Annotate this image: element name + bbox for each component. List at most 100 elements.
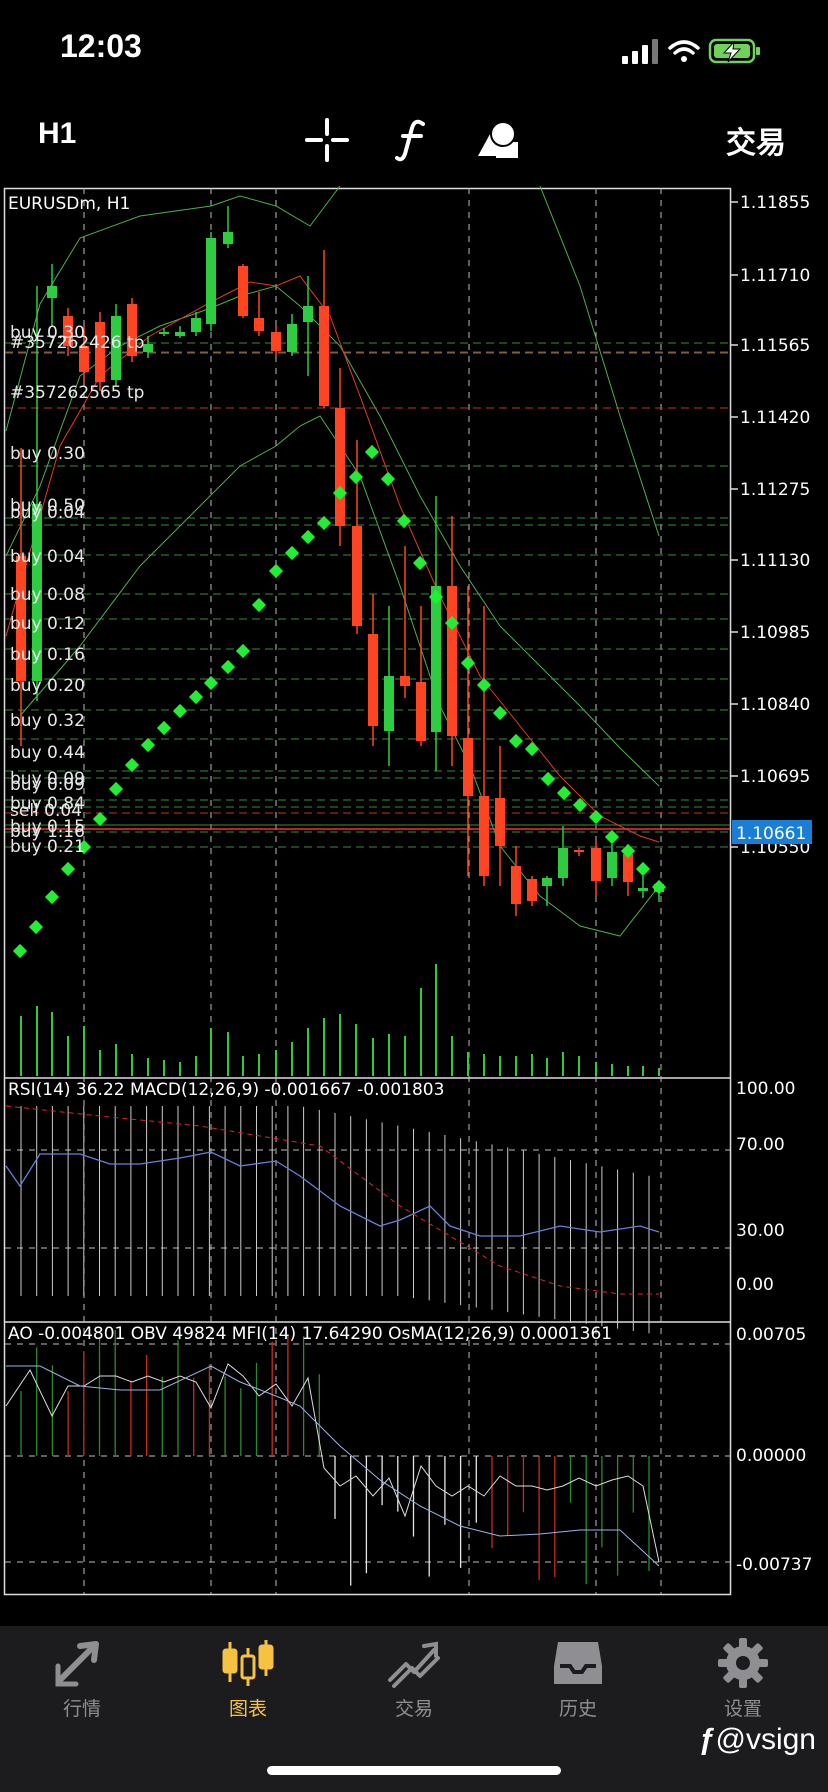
time-gridlines [84, 188, 661, 1594]
sar-dot [157, 721, 171, 735]
chart-toolbar: H1 交易 [0, 100, 828, 190]
trade-icon [384, 1636, 444, 1690]
wifi-icon [670, 42, 698, 62]
tab-chart-label: 图表 [188, 1694, 308, 1721]
order-label: buy 0.32 [10, 711, 85, 731]
order-label: buy 0.04 [10, 503, 85, 523]
sar-dot [269, 564, 283, 578]
tab-history-label: 历史 [518, 1694, 638, 1721]
candle-body [607, 852, 617, 878]
tab-chart[interactable]: 图表 [188, 1636, 308, 1721]
order-label: #357262426 tp [10, 333, 144, 353]
trade-button[interactable]: 交易 [726, 118, 786, 162]
sar-dot [189, 690, 203, 704]
candle-body [400, 676, 410, 686]
sar-dot [509, 734, 523, 748]
order-labels: buy 0.30 #357262426 tp #357262565 tp buy 0.… [10, 323, 144, 857]
sar-dot [252, 598, 266, 612]
sar-dot [93, 812, 107, 826]
sar-dot [13, 944, 27, 958]
candle-body [206, 238, 216, 324]
tab-quotes-label: 行情 [22, 1694, 142, 1721]
price-axis-label: 1.11710 [740, 266, 810, 286]
sar-dot [109, 782, 123, 796]
status-bar: 12:03 [0, 0, 828, 100]
sar-dot [477, 678, 491, 692]
order-label: #357262565 tp [10, 383, 144, 403]
ao-axis-label: -0.00737 [736, 1555, 812, 1575]
settings-gear-icon [713, 1636, 773, 1690]
candle-body [479, 796, 489, 876]
tab-trade[interactable]: 交易 [354, 1636, 474, 1721]
candle-body [542, 878, 552, 886]
order-label: buy 0.08 [10, 585, 85, 605]
watermark-text: @vsign [716, 1723, 817, 1756]
tab-settings[interactable]: 设置 [683, 1636, 803, 1721]
rsi-line [6, 1152, 659, 1236]
sar-dot [141, 738, 155, 752]
objects-shapes-icon[interactable] [476, 118, 520, 162]
crosshair-icon[interactable] [305, 118, 349, 162]
candle-body [447, 586, 457, 736]
tab-quotes[interactable]: 行情 [22, 1636, 142, 1721]
order-label: buy 0.12 [10, 614, 85, 634]
sar-dot [29, 920, 43, 934]
order-label: buy 0.20 [10, 676, 85, 696]
sar-dot [125, 758, 139, 772]
tab-history[interactable]: 历史 [518, 1636, 638, 1721]
watermark-logo-icon: ƒ [699, 1723, 716, 1756]
price-axis-label: 1.10985 [740, 623, 810, 643]
status-time: 12:03 [60, 28, 142, 65]
watermark: ƒ@vsign [699, 1723, 816, 1757]
rsi-axis-label: 30.00 [736, 1221, 785, 1241]
candle-body [287, 324, 297, 352]
current-price-value: 1.10661 [736, 824, 806, 844]
sar-dot [525, 742, 539, 756]
candle-body [527, 879, 537, 901]
candle-body [416, 682, 426, 741]
candle-body [384, 676, 394, 731]
candle-body [335, 408, 345, 526]
candle-body [254, 318, 264, 331]
sar-dot [461, 656, 475, 670]
candle-body [463, 738, 473, 796]
candle-body [238, 266, 248, 316]
tab-trade-label: 交易 [354, 1694, 474, 1721]
signal-icon [622, 39, 658, 64]
status-icons [608, 36, 788, 66]
sar-dot [636, 862, 650, 876]
candle-body [191, 318, 201, 332]
sar-dot [349, 470, 363, 484]
sar-dot [413, 556, 427, 570]
sar-dot [589, 810, 603, 824]
candle-body [143, 344, 153, 352]
indicator-gridlines [5, 1150, 730, 1562]
rsi-axis-label: 100.00 [736, 1079, 795, 1099]
order-label: buy 0.09 [10, 775, 85, 795]
bollinger-upper-right [540, 186, 659, 536]
mfi-line [6, 1366, 659, 1566]
price-axis-label: 1.11855 [740, 193, 810, 213]
price-axis-label: 1.11275 [740, 480, 810, 500]
indicators-function-icon[interactable] [395, 118, 429, 162]
price-chart[interactable]: buy 0.30 #357262426 tp #357262565 tp buy 0.… [0, 186, 828, 1596]
order-label: buy 0.30 [10, 444, 85, 464]
battery-charging-icon [710, 40, 760, 62]
candle-body [352, 526, 362, 626]
sar-dot [236, 644, 250, 658]
history-icon [548, 1636, 608, 1690]
candle-body [303, 306, 313, 322]
candle-body [623, 854, 633, 882]
rsi-axis-label: 70.00 [736, 1135, 785, 1155]
order-label: buy 0.44 [10, 743, 85, 763]
price-axis-label: 1.10695 [740, 767, 810, 787]
sar-dot [61, 862, 75, 876]
order-label: buy 0.21 [10, 837, 85, 857]
price-axis-label: 1.11420 [740, 408, 810, 428]
order-label: buy 0.16 [10, 645, 85, 665]
ao-obv-mfi-label: AO -0.004801 OBV 49824 MFI(14) 17.64290 … [8, 1324, 612, 1344]
sar-dot [381, 472, 395, 486]
timeframe-button[interactable]: H1 [38, 117, 76, 151]
ao-axis-label: 0.00705 [736, 1325, 806, 1345]
sar-dot [365, 445, 379, 459]
